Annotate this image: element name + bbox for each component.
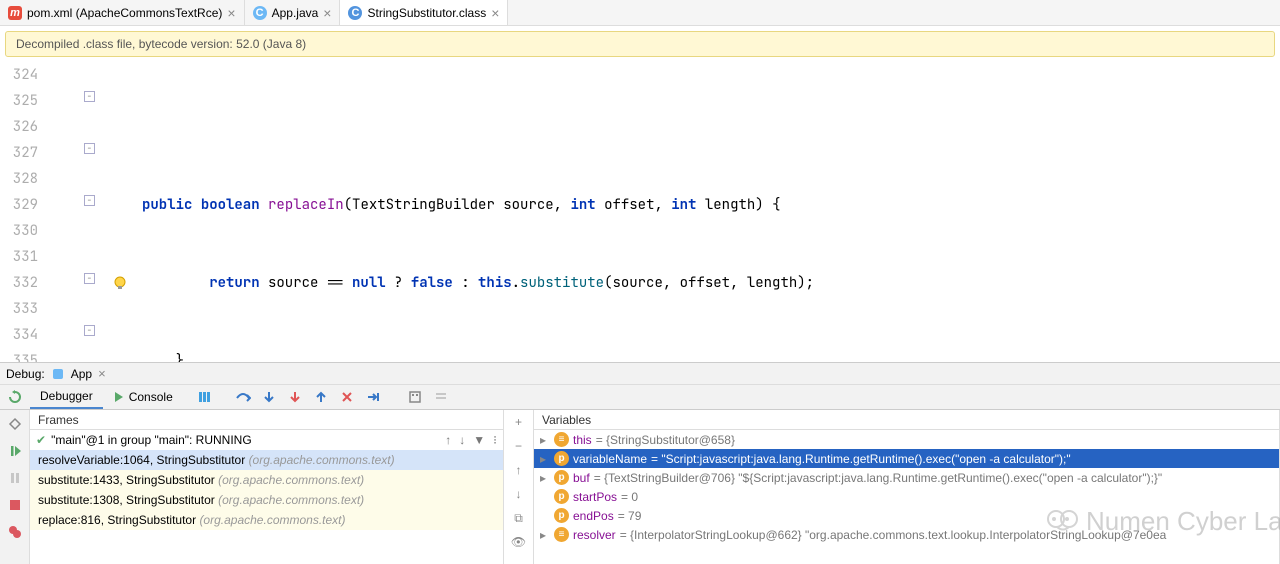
more-icon[interactable]: ⁝ [493,433,497,447]
step-into-button[interactable] [257,385,281,409]
param-icon: p [554,470,569,485]
fold-collapse-icon[interactable]: − [84,325,95,336]
pause-button[interactable] [0,464,30,491]
close-icon[interactable]: × [491,5,499,21]
variable-row[interactable]: p endPos = 79 [534,506,1279,525]
prev-frame-icon[interactable]: ↑ [445,433,451,447]
remove-watch-button[interactable]: − [504,434,533,458]
tab-label: StringSubstitutor.class [367,6,486,20]
editor-tabs-bar: m pom.xml (ApacheCommonsTextRce) × C App… [0,0,1280,26]
param-icon: p [554,508,569,523]
tab-pom[interactable]: m pom.xml (ApacheCommonsTextRce) × [0,0,245,25]
variables-header: Variables [534,410,1279,430]
class-file-icon: C [348,6,362,20]
variable-row[interactable]: ▸≡ resolver = {InterpolatorStringLookup@… [534,525,1279,544]
fold-expand-icon[interactable]: − [84,273,95,284]
settings-button[interactable] [0,410,30,437]
stop-button[interactable] [0,491,30,518]
stack-frame[interactable]: substitute:1308, StringSubstitutor (org.… [30,490,503,510]
play-icon [113,391,125,403]
field-icon: ≡ [554,527,569,542]
variables-toolbar: + − ↑ ↓ ⧉ 👁 [504,410,534,564]
frames-header: Frames [30,410,503,430]
console-tab[interactable]: Console [103,385,183,409]
tab-app[interactable]: C App.java × [245,0,341,25]
decompiled-banner: Decompiled .class file, bytecode version… [5,31,1275,57]
java-icon: C [253,6,267,20]
close-icon[interactable]: × [98,366,106,381]
expand-icon[interactable]: ▸ [540,433,550,447]
drop-frame-button[interactable] [335,385,359,409]
breakpoints-button[interactable] [0,518,30,545]
variable-row[interactable]: ▸p buf = {TextStringBuilder@706} "${Scri… [534,468,1279,487]
debug-config-name[interactable]: App [71,367,92,381]
move-down-button[interactable]: ↓ [504,482,533,506]
threads-icon[interactable] [193,385,217,409]
tab-label: App.java [272,6,319,20]
trace-button[interactable] [429,385,453,409]
variable-row[interactable]: ▸≡ this = {StringSubstitutor@658} [534,430,1279,449]
app-run-icon [51,367,65,381]
variables-panel: Variables ▸≡ this = {StringSubstitutor@6… [534,410,1280,564]
close-icon[interactable]: × [227,5,235,21]
rerun-button[interactable] [0,385,30,409]
run-to-cursor-button[interactable] [361,385,385,409]
debug-tool-window-header: Debug: App × [0,362,1280,384]
fold-collapse-icon[interactable]: − [84,195,95,206]
duplicate-button[interactable]: ⧉ [504,506,533,530]
expand-icon[interactable]: ▸ [540,528,550,542]
force-step-into-button[interactable] [283,385,307,409]
step-over-button[interactable] [231,385,255,409]
maven-icon: m [8,6,22,20]
add-watch-button[interactable]: + [504,410,533,434]
tab-label: pom.xml (ApacheCommonsTextRce) [27,6,222,20]
fold-expand-icon[interactable]: − [84,143,95,154]
check-icon: ✔ [36,433,46,447]
line-gutter: 324325326327328329330331332333334335 [0,62,52,362]
param-icon: p [554,489,569,504]
frames-panel: Frames ✔ "main"@1 in group "main": RUNNI… [30,410,504,564]
debug-label: Debug: [6,367,45,381]
variable-row[interactable]: ▸p variableName = "Script:javascript:jav… [534,449,1279,468]
fold-collapse-icon[interactable]: − [84,91,95,102]
next-frame-icon[interactable]: ↓ [459,433,465,447]
debugger-tab[interactable]: Debugger [30,385,103,409]
variable-row[interactable]: p startPos = 0 [534,487,1279,506]
stack-frame[interactable]: substitute:1433, StringSubstitutor (org.… [30,470,503,490]
stack-frame[interactable]: replace:816, StringSubstitutor (org.apac… [30,510,503,530]
filter-icon[interactable]: ▼ [473,433,485,447]
tab-stringsubstitutor[interactable]: C StringSubstitutor.class × [340,0,508,25]
evaluate-button[interactable] [403,385,427,409]
debug-toolbar: Debugger Console [0,384,1280,410]
field-icon: ≡ [554,432,569,447]
expand-icon[interactable]: ▸ [540,471,550,485]
param-icon: p [554,451,569,466]
debug-body: Frames ✔ "main"@1 in group "main": RUNNI… [0,410,1280,564]
step-out-button[interactable] [309,385,333,409]
expand-icon[interactable]: ▸ [540,452,550,466]
stack-frame[interactable]: resolveVariable:1064, StringSubstitutor … [30,450,503,470]
code-editor[interactable]: 324325326327328329330331332333334335 − −… [0,62,1280,362]
resume-button[interactable] [0,437,30,464]
thread-selector[interactable]: ✔ "main"@1 in group "main": RUNNING ↑ ↓ … [30,430,503,450]
move-up-button[interactable]: ↑ [504,458,533,482]
close-icon[interactable]: × [323,5,331,21]
show-watches-button[interactable]: 👁 [504,530,533,554]
code-area[interactable]: public boolean replaceIn(TextStringBuild… [102,62,1280,362]
